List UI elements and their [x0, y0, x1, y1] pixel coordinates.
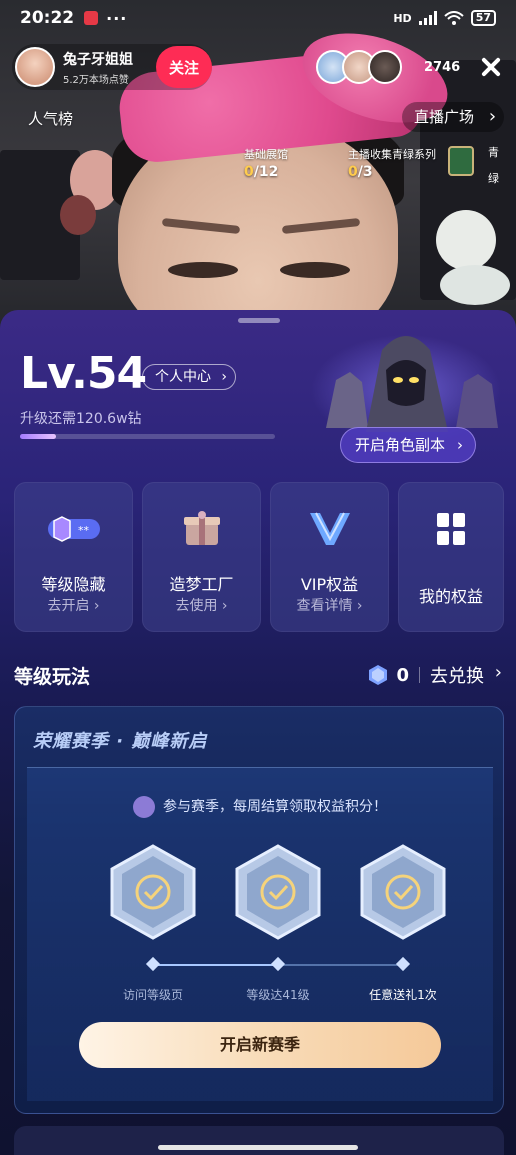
- svg-text:**: **: [78, 524, 90, 537]
- anchor-likes: 5.2万本场点赞: [63, 74, 129, 86]
- battery-icon: 57: [470, 10, 496, 26]
- status-time: 20:22: [20, 8, 75, 28]
- upgrade-requirement: 升级还需120.6w钻: [20, 411, 142, 427]
- progress-node: [395, 956, 411, 972]
- level-panel: Lv.54 个人中心 › 升级还需120.6w钻 开启角色副本 › ** 等级隐…: [0, 310, 516, 1155]
- chevron-right-icon: ›: [494, 662, 502, 683]
- level-value: Lv.54: [20, 348, 147, 399]
- chevron-right-icon: ›: [457, 436, 464, 454]
- hooded-hero-illustration: [311, 335, 501, 440]
- personal-center-button[interactable]: 个人中心 ›: [142, 364, 236, 390]
- perk-title: 等级隐藏: [41, 575, 106, 594]
- gallery-progress[interactable]: 0/3: [348, 164, 373, 180]
- perk-vip[interactable]: VIP权益 查看详情 ›: [270, 482, 389, 632]
- gallery-label[interactable]: 基础展馆: [244, 146, 288, 162]
- figurine: [60, 195, 96, 235]
- step-label: 访问等级页: [122, 988, 183, 1002]
- status-bar: 20:22 ··· HD 57: [0, 0, 516, 36]
- perk-dream-factory[interactable]: 造梦工厂 去使用 ›: [142, 482, 261, 632]
- viewer-count[interactable]: 2746: [424, 60, 460, 75]
- level-progress-bar: [20, 434, 275, 439]
- season-progress-fill: [153, 964, 278, 966]
- avatar[interactable]: [15, 47, 55, 87]
- chevron-right-icon: ›: [488, 106, 497, 127]
- start-season-button[interactable]: 开启新赛季: [79, 1022, 441, 1068]
- progress-node: [145, 956, 161, 972]
- exchange-link[interactable]: 去兑换 ›: [430, 662, 502, 688]
- app-notification-icon: [84, 11, 99, 25]
- home-indicator[interactable]: [158, 1145, 358, 1150]
- perk-title: 我的权益: [418, 587, 483, 606]
- perk-subtitle: 去开启 ›: [47, 598, 100, 614]
- close-icon[interactable]: [478, 54, 504, 80]
- divider: [419, 667, 420, 683]
- gift-box-icon: [183, 511, 220, 545]
- signal-icon: [418, 11, 437, 25]
- anchor-info[interactable]: 兔子牙姐姐 5.2万本场点赞 关注: [12, 44, 212, 90]
- section-title: 等级玩法: [14, 666, 91, 688]
- check-badge-icon: [235, 844, 321, 940]
- gallery-label[interactable]: 主播收集青绿系列: [348, 146, 436, 162]
- perk-subtitle: 去使用 ›: [175, 598, 228, 614]
- plush-toy: [436, 210, 496, 270]
- hide-badge-icon: **: [47, 516, 100, 542]
- season-banner: 荣耀赛季 · 巅峰新启: [33, 731, 208, 752]
- follow-button[interactable]: 关注: [156, 46, 212, 88]
- open-role-dungeon-label: 开启角色副本: [355, 436, 446, 454]
- vip-v-icon: [309, 512, 350, 545]
- more-notifications-icon: ···: [106, 8, 128, 28]
- step-label: 任意送礼1次: [369, 988, 437, 1002]
- step-label: 等级达41级: [246, 988, 310, 1002]
- check-badge-icon: [360, 844, 446, 940]
- check-badge-icon: [110, 844, 196, 940]
- eye: [168, 262, 238, 278]
- gem-icon: [369, 665, 388, 685]
- perk-level-hide[interactable]: ** 等级隐藏 去开启 ›: [14, 482, 133, 632]
- perk-subtitle: 查看详情 ›: [296, 598, 363, 614]
- gallery-progress[interactable]: 0/12: [244, 164, 278, 180]
- wifi-icon: [444, 11, 464, 25]
- open-role-dungeon-button[interactable]: 开启角色副本 ›: [340, 427, 477, 463]
- network-type: HD: [393, 11, 412, 25]
- chevron-right-icon: ›: [221, 369, 227, 385]
- perk-my-rights[interactable]: 我的权益: [398, 482, 504, 632]
- gem-count: 0: [396, 664, 409, 686]
- gem-balance[interactable]: 0 去兑换 ›: [368, 662, 502, 688]
- next-section-card: [14, 1126, 504, 1155]
- season-card: 荣耀赛季 · 巅峰新启 参与赛季，每周结算领取权益积分！ 访问等级页 等级达41…: [14, 706, 504, 1114]
- eye: [280, 262, 350, 278]
- personal-center-label: 个人中心: [155, 369, 211, 385]
- collection-card-icon[interactable]: [448, 146, 474, 176]
- perk-title: VIP权益: [300, 575, 359, 594]
- season-note: 参与赛季，每周结算领取权益积分！: [27, 796, 493, 818]
- perk-title: 造梦工厂: [169, 575, 234, 594]
- level-progress-fill: [20, 434, 56, 439]
- anchor-name: 兔子牙姐姐: [63, 51, 133, 68]
- live-plaza-label: 直播广场: [414, 108, 475, 126]
- season-content: 参与赛季，每周结算领取权益积分！ 访问等级页 等级达41级 任意送礼1次 开启新…: [27, 767, 493, 1101]
- plush-toy: [440, 265, 510, 305]
- avatar[interactable]: [368, 50, 402, 84]
- viewer-avatars[interactable]: [316, 50, 402, 84]
- progress-node: [270, 956, 286, 972]
- popularity-rank-link[interactable]: 人气榜: [28, 108, 73, 129]
- drag-handle[interactable]: [238, 318, 280, 323]
- grid-icon: [437, 513, 465, 545]
- season-note-icon: [133, 796, 155, 818]
- side-label: 绿: [488, 172, 499, 185]
- side-label: 青: [488, 146, 499, 159]
- live-plaza-button[interactable]: 直播广场 ›: [402, 102, 505, 132]
